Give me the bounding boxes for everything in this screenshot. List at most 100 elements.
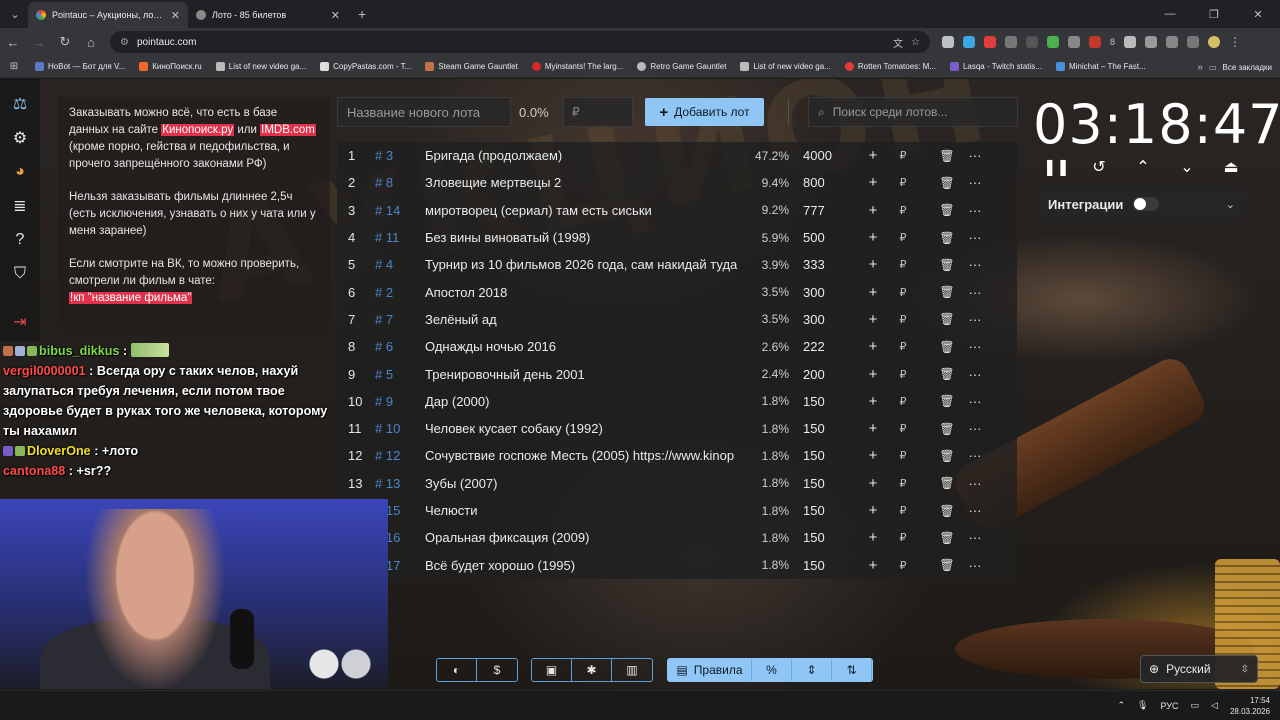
extension-gray-icon[interactable] bbox=[1068, 36, 1080, 48]
lot-row[interactable]: 1 # 3 Бригада (продолжаем) 47.2% 4000 + ₽ 🗑 ··· bbox=[337, 142, 1017, 170]
chevron-down-icon[interactable]: ⌄ bbox=[1175, 157, 1199, 177]
more-options-icon[interactable]: ··· bbox=[961, 203, 989, 218]
chevron-down-icon[interactable]: ⌄ bbox=[1226, 198, 1235, 211]
lot-name[interactable]: Бригада (продолжаем) bbox=[425, 148, 741, 163]
add-lot-button[interactable]: + Добавить лот bbox=[645, 98, 764, 126]
ruble-icon[interactable]: ₽ bbox=[885, 477, 921, 490]
lot-name[interactable]: Тренировочный день 2001 bbox=[425, 367, 741, 382]
lot-row[interactable]: 7 # 7 Зелёный ад 3.5% 300 + ₽ 🗑 ··· bbox=[337, 305, 1017, 334]
lot-row[interactable]: 13 # 13 Зубы (2007) 1.8% 150 + ₽ 🗑 ··· bbox=[337, 469, 1017, 497]
tab-pointauc[interactable]: Pointauc – Аукционы, лотереи ✕ bbox=[28, 2, 188, 28]
lot-amount[interactable]: 500 bbox=[789, 230, 861, 245]
lot-id[interactable]: # 7 bbox=[375, 312, 425, 327]
lot-amount[interactable]: 150 bbox=[789, 558, 861, 573]
add-amount-icon[interactable]: + bbox=[861, 447, 885, 464]
ruble-icon[interactable]: ₽ bbox=[885, 531, 921, 544]
add-amount-icon[interactable]: + bbox=[861, 393, 885, 410]
extension-list-icon[interactable] bbox=[1124, 36, 1137, 48]
trash-icon[interactable]: 🗑 bbox=[933, 476, 961, 490]
lot-row[interactable]: 5 # 4 Турнир из 10 фильмов 2026 года, сам … bbox=[337, 251, 1017, 279]
apps-grid-icon[interactable]: ⊞ bbox=[0, 61, 28, 72]
lot-name[interactable]: Сочувствие госпоже Месть (2005) https://… bbox=[425, 448, 741, 463]
lot-amount[interactable]: 777 bbox=[789, 203, 861, 218]
lot-amount[interactable]: 300 bbox=[789, 285, 861, 300]
extension-monitor-icon[interactable] bbox=[1026, 36, 1038, 48]
pause-icon[interactable]: ❚❚ bbox=[1043, 157, 1070, 177]
lot-row[interactable]: 3 # 14 миротворец (сериал) там есть сиськи… bbox=[337, 196, 1017, 224]
lot-name[interactable]: Всё будет хорошо (1995) bbox=[425, 558, 741, 573]
taskbar-clock[interactable]: 17:54 28.03.2026 bbox=[1230, 695, 1270, 717]
profile-avatar[interactable] bbox=[1208, 36, 1221, 48]
integrations-panel[interactable]: Интеграции ⌄ bbox=[1037, 187, 1246, 221]
lot-id[interactable]: # 8 bbox=[375, 175, 425, 190]
lot-amount[interactable]: 333 bbox=[789, 257, 861, 272]
add-amount-icon[interactable]: + bbox=[861, 338, 885, 355]
lot-row[interactable]: 2 # 8 Зловещие мертвецы 2 9.4% 800 + ₽ 🗑 ··· bbox=[337, 169, 1017, 197]
omnibox[interactable]: ⚙ pointauc.com 文 ☆ bbox=[110, 31, 930, 53]
more-options-icon[interactable]: ··· bbox=[961, 530, 989, 545]
trash-icon[interactable]: 🗑 bbox=[933, 504, 961, 518]
lot-id[interactable]: # 11 bbox=[375, 230, 425, 245]
more-options-icon[interactable]: ··· bbox=[961, 476, 989, 491]
lot-row[interactable]: 15# 16Оральная фиксация (2009)1.8%150+₽🗑… bbox=[337, 524, 1017, 552]
compress-icon[interactable]: ⇕ bbox=[792, 659, 832, 681]
more-options-icon[interactable]: ··· bbox=[961, 394, 989, 409]
lot-id[interactable]: # 5 bbox=[375, 367, 425, 382]
lot-id[interactable]: # 10 bbox=[375, 421, 425, 436]
lot-id[interactable]: # 6 bbox=[375, 339, 425, 354]
extension-mask-icon[interactable] bbox=[1005, 36, 1017, 48]
bookmark-item[interactable]: Retro Game Gauntlet bbox=[630, 62, 733, 71]
trash-icon[interactable]: 🗑 bbox=[933, 149, 961, 163]
all-bookmarks-link[interactable]: Все закладки bbox=[1223, 63, 1272, 72]
ruble-icon[interactable]: ₽ bbox=[885, 449, 921, 462]
lot-amount[interactable]: 150 bbox=[789, 448, 861, 463]
save-icon[interactable]: ▣ bbox=[532, 659, 572, 681]
add-amount-icon[interactable]: + bbox=[861, 311, 885, 328]
lot-id[interactable]: # 13 bbox=[375, 476, 425, 491]
tab-search-icon[interactable]: ⌄ bbox=[2, 3, 28, 25]
site-info-icon[interactable]: ⚙ bbox=[120, 37, 129, 48]
auction-gavel-icon[interactable]: ⚖ bbox=[9, 93, 31, 115]
more-options-icon[interactable]: ··· bbox=[961, 367, 989, 382]
trash-icon[interactable]: 🗑 bbox=[933, 558, 961, 572]
more-options-icon[interactable]: ··· bbox=[961, 558, 989, 573]
more-options-icon[interactable]: ··· bbox=[961, 339, 989, 354]
extension-record-icon[interactable] bbox=[984, 36, 996, 48]
lot-row[interactable]: 16# 17Всё будет хорошо (1995)1.8%150+₽🗑·… bbox=[337, 551, 1017, 579]
lot-amount[interactable]: 800 bbox=[789, 175, 861, 190]
extensions-puzzle-icon[interactable] bbox=[1145, 36, 1158, 48]
volume-icon[interactable]: ◁ bbox=[1211, 700, 1218, 711]
trash-icon[interactable]: 🗑 bbox=[933, 394, 961, 408]
new-tab-icon[interactable]: + bbox=[348, 6, 376, 22]
trash-icon[interactable]: 🗑 bbox=[933, 285, 961, 299]
lot-id[interactable]: # 9 bbox=[375, 394, 425, 409]
translate-icon[interactable]: 文 bbox=[893, 35, 903, 50]
more-options-icon[interactable]: ··· bbox=[961, 312, 989, 327]
tab-loto[interactable]: Лото - 85 билетов ✕ bbox=[188, 2, 348, 28]
browser-menu-icon[interactable]: ⋮ bbox=[1229, 35, 1241, 49]
more-options-icon[interactable]: ··· bbox=[961, 503, 989, 518]
close-tab-icon[interactable]: ✕ bbox=[171, 9, 180, 22]
bookmark-item[interactable]: List of new video ga... bbox=[733, 62, 837, 71]
lot-row[interactable]: 14# 15Челюсти1.8%150+₽🗑··· bbox=[337, 496, 1017, 525]
help-icon[interactable]: ? bbox=[9, 229, 31, 251]
lot-name[interactable]: Зубы (2007) bbox=[425, 476, 741, 491]
ruble-icon[interactable]: ₽ bbox=[885, 258, 921, 271]
trash-icon[interactable]: 🗑 bbox=[933, 176, 961, 190]
github-icon[interactable]: ◐ bbox=[437, 659, 477, 681]
lot-name[interactable]: Дар (2000) bbox=[425, 394, 741, 409]
home-icon[interactable]: ⌂ bbox=[78, 35, 104, 50]
network-icon[interactable]: ▭ bbox=[1191, 700, 1200, 711]
new-lot-name-input[interactable]: Название нового лота bbox=[337, 97, 511, 127]
trash-icon[interactable]: 🗑 bbox=[933, 312, 961, 326]
ruble-icon[interactable]: ₽ bbox=[885, 422, 921, 435]
lot-amount[interactable]: 300 bbox=[789, 312, 861, 327]
lot-row[interactable]: 9 # 5 Тренировочный день 2001 2.4% 200 + ₽ 🗑 ··· bbox=[337, 360, 1017, 388]
trash-icon[interactable]: 🗑 bbox=[933, 422, 961, 436]
new-lot-amount-input[interactable]: ₽ bbox=[563, 97, 633, 127]
chevron-right-icon[interactable]: » bbox=[1197, 62, 1203, 73]
add-amount-icon[interactable]: + bbox=[861, 284, 885, 301]
lot-name[interactable]: Челюсти bbox=[425, 503, 741, 518]
ruble-icon[interactable]: ₽ bbox=[885, 368, 921, 381]
bug-icon[interactable]: ✱ bbox=[572, 659, 612, 681]
